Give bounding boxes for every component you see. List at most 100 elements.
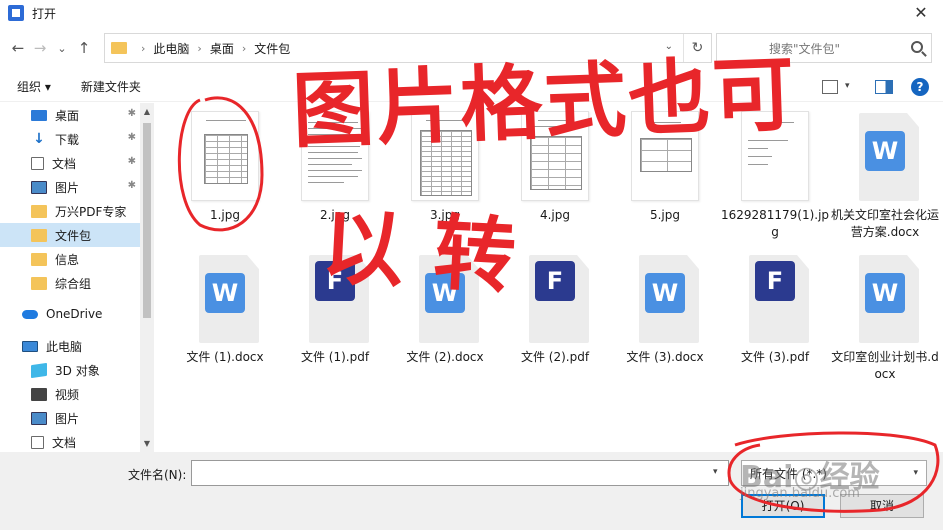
sidebar-item-videos[interactable]: 视频: [0, 382, 140, 406]
file-name: 文印室创业计划书.docx: [831, 350, 939, 381]
sidebar-item-label: 图片: [55, 411, 80, 426]
file-name: 5.jpg: [649, 208, 681, 222]
file-item[interactable]: W 文件 (2).docx: [390, 245, 500, 366]
breadcrumb-this-pc[interactable]: 此电脑: [153, 40, 189, 57]
sidebar-item-wondershare-pdf[interactable]: 万兴PDF专家: [0, 199, 140, 223]
search-box[interactable]: 搜索"文件包": [716, 33, 932, 63]
cancel-button[interactable]: 取消: [840, 494, 924, 518]
sidebar-item-desktop[interactable]: 桌面 ✱: [0, 103, 140, 127]
3d-objects-icon: [31, 362, 47, 378]
search-icon: [911, 41, 923, 53]
filename-label: 文件名(N):: [128, 468, 187, 482]
file-name: 1.jpg: [209, 208, 241, 222]
picture-icon: [31, 411, 47, 425]
file-item[interactable]: 2.jpg: [280, 103, 390, 224]
up-arrow-icon[interactable]: ↑: [73, 39, 95, 57]
file-item[interactable]: F 文件 (2).pdf: [500, 245, 610, 366]
image-thumbnail: [521, 111, 589, 201]
file-item[interactable]: F 文件 (1).pdf: [280, 245, 390, 366]
search-input[interactable]: 搜索"文件包": [769, 40, 840, 57]
file-item[interactable]: 5.jpg: [610, 103, 720, 224]
sidebar-item-pictures-pc[interactable]: 图片: [0, 406, 140, 430]
file-name: 文件 (3).docx: [626, 350, 704, 364]
sidebar-item-label: 信息: [55, 252, 80, 267]
help-icon[interactable]: ?: [911, 78, 929, 96]
computer-icon: [22, 340, 38, 352]
sidebar-item-label: 3D 对象: [55, 363, 100, 378]
sidebar-item-onedrive[interactable]: OneDrive: [0, 302, 140, 326]
refresh-button[interactable]: ↻: [683, 34, 711, 62]
sidebar-item-3d-objects[interactable]: 3D 对象: [0, 358, 140, 382]
breadcrumb-file-package[interactable]: 文件包: [254, 40, 290, 57]
app-icon: [8, 5, 24, 21]
sidebar-item-pictures[interactable]: 图片 ✱: [0, 175, 140, 199]
pdf-document-icon: F: [301, 255, 369, 343]
file-item[interactable]: 4.jpg: [500, 103, 610, 224]
sidebar-scrollbar[interactable]: ▲ ▼: [140, 103, 154, 452]
file-name: 文件 (3).pdf: [740, 350, 810, 364]
sidebar-item-label: 文件包: [55, 228, 92, 243]
recent-locations-icon[interactable]: ⌄: [51, 42, 73, 55]
pdf-document-icon: F: [741, 255, 809, 343]
sidebar-item-general-group[interactable]: 综合组: [0, 271, 140, 295]
open-button[interactable]: 打开(O): [741, 494, 825, 518]
forward-arrow-icon[interactable]: →: [29, 39, 51, 57]
sidebar-item-label: 文档: [52, 156, 77, 171]
view-dropdown-icon[interactable]: ▾: [845, 81, 850, 91]
file-item[interactable]: 3.jpg: [390, 103, 500, 224]
sidebar-item-label: 综合组: [55, 276, 92, 291]
scroll-up-icon[interactable]: ▲: [142, 107, 152, 116]
view-options-icon[interactable]: [822, 80, 838, 94]
filename-dropdown-icon[interactable]: ▾: [713, 467, 718, 477]
file-name: 1629281179(1).jpg: [720, 208, 830, 239]
new-folder-button[interactable]: 新建文件夹: [81, 78, 141, 95]
download-icon: ↓: [33, 130, 45, 147]
file-list: 1.jpg 2.jpg 3.jpg 4.jpg 5.jpg 1629281179…: [160, 103, 943, 452]
pin-icon: ✱: [127, 132, 136, 143]
sidebar-item-label: 图片: [55, 180, 80, 195]
breadcrumb-desktop[interactable]: 桌面: [210, 40, 234, 57]
file-item[interactable]: 1629281179(1).jpg: [720, 103, 830, 241]
file-item[interactable]: W 文件 (1).docx: [170, 245, 280, 366]
image-thumbnail: [631, 111, 699, 201]
filename-input[interactable]: [191, 460, 729, 486]
folder-icon: [111, 42, 127, 54]
image-thumbnail: [411, 111, 479, 201]
sidebar-item-info[interactable]: 信息: [0, 247, 140, 271]
chevron-down-icon: ▾: [913, 468, 918, 478]
sidebar-item-label: 下载: [55, 132, 80, 147]
breadcrumb-separator-icon: ›: [141, 41, 146, 55]
dialog-footer: 文件名(N): ▾ 所有文件 (*.*) ▾ 打开(O) 取消: [0, 452, 943, 530]
file-item[interactable]: W 机关文印室社会化运营方案.docx: [830, 103, 940, 241]
sidebar-item-label: 文档: [52, 435, 77, 450]
sidebar-item-documents-pc[interactable]: 文档: [0, 430, 140, 452]
back-arrow-icon[interactable]: ←: [7, 39, 29, 57]
file-type-filter-value: 所有文件 (*.*): [750, 466, 827, 481]
sidebar-item-this-pc[interactable]: 此电脑: [0, 334, 140, 358]
pin-icon: ✱: [127, 180, 136, 191]
scrollbar-thumb[interactable]: [143, 123, 151, 318]
file-item[interactable]: W 文印室创业计划书.docx: [830, 245, 940, 383]
scroll-down-icon[interactable]: ▼: [142, 439, 152, 448]
word-document-icon: W: [851, 255, 919, 343]
word-document-icon: W: [631, 255, 699, 343]
pin-icon: ✱: [127, 156, 136, 167]
address-dropdown-icon[interactable]: ⌄: [665, 41, 673, 52]
word-document-icon: W: [851, 113, 919, 201]
preview-pane-icon[interactable]: [875, 80, 893, 94]
close-button[interactable]: ✕: [911, 3, 931, 22]
pdf-document-icon: F: [521, 255, 589, 343]
sidebar-item-documents[interactable]: 文档 ✱: [0, 151, 140, 175]
navigation-pane: 桌面 ✱ ↓ 下载 ✱ 文档 ✱ 图片 ✱ 万兴PDF专家 文件包 信息 综合组…: [0, 103, 154, 452]
address-bar[interactable]: › 此电脑 › 桌面 › 文件包 ⌄ ↻: [104, 33, 712, 63]
folder-icon: [31, 276, 47, 290]
file-name: 2.jpg: [319, 208, 351, 222]
organize-menu[interactable]: 组织 ▾: [17, 78, 51, 95]
sidebar-item-file-package[interactable]: 文件包: [0, 223, 140, 247]
file-item[interactable]: 1.jpg: [170, 103, 280, 224]
sidebar-item-downloads[interactable]: ↓ 下载 ✱: [0, 127, 140, 151]
file-item[interactable]: W 文件 (3).docx: [610, 245, 720, 366]
sidebar-item-label: 视频: [55, 387, 80, 402]
file-type-filter[interactable]: 所有文件 (*.*) ▾: [741, 460, 927, 486]
file-item[interactable]: F 文件 (3).pdf: [720, 245, 830, 366]
